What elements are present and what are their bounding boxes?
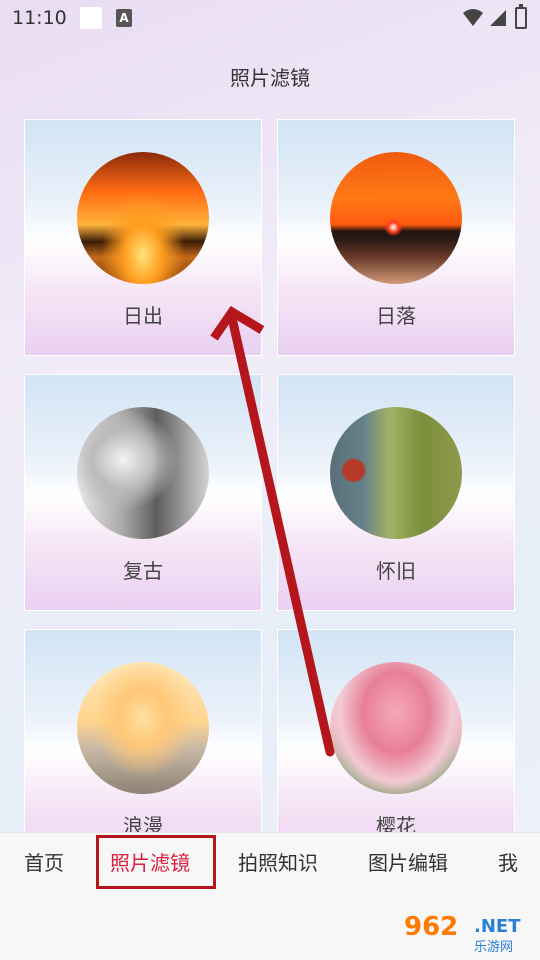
filter-card-romance[interactable]: 浪漫 bbox=[24, 629, 262, 866]
filter-label: 复古 bbox=[123, 559, 163, 583]
filter-label: 怀旧 bbox=[376, 559, 416, 583]
filter-card-sakura[interactable]: 樱花 bbox=[277, 629, 515, 866]
watermark-logo: 962 .NET 乐游网 bbox=[398, 908, 538, 956]
notification-square-icon bbox=[80, 7, 102, 29]
active-tab-highlight-box bbox=[96, 835, 216, 889]
watermark-suffix: .NET bbox=[474, 916, 521, 937]
page-title: 照片滤镜 bbox=[230, 66, 310, 90]
a-notification-icon: A bbox=[116, 9, 132, 27]
sunrise-thumbnail bbox=[77, 152, 209, 284]
nostalgia-thumbnail bbox=[330, 407, 462, 539]
status-bar: 11:10 A bbox=[0, 0, 540, 36]
filter-label: 日出 bbox=[123, 304, 163, 328]
sakura-thumbnail bbox=[330, 662, 462, 794]
filter-card-nostalgia[interactable]: 怀旧 bbox=[277, 374, 515, 611]
status-time: 11:10 bbox=[12, 7, 67, 29]
filter-label: 日落 bbox=[376, 304, 416, 328]
tab-image-edit[interactable]: 图片编辑 bbox=[368, 847, 448, 876]
tab-me[interactable]: 我 bbox=[498, 847, 518, 876]
filter-card-sunrise[interactable]: 日出 bbox=[24, 119, 262, 356]
wifi-icon bbox=[463, 9, 483, 26]
retro-thumbnail bbox=[77, 407, 209, 539]
signal-icon bbox=[490, 10, 506, 26]
tab-home[interactable]: 首页 bbox=[24, 847, 64, 876]
sunset-thumbnail bbox=[330, 152, 462, 284]
filter-card-sunset[interactable]: 日落 bbox=[277, 119, 515, 356]
battery-icon bbox=[515, 4, 527, 29]
romance-thumbnail bbox=[77, 662, 209, 794]
tab-photo-knowledge[interactable]: 拍照知识 bbox=[238, 847, 318, 876]
watermark-number: 962 bbox=[404, 912, 459, 942]
watermark-site: 乐游网 bbox=[474, 940, 514, 955]
filter-card-retro[interactable]: 复古 bbox=[24, 374, 262, 611]
